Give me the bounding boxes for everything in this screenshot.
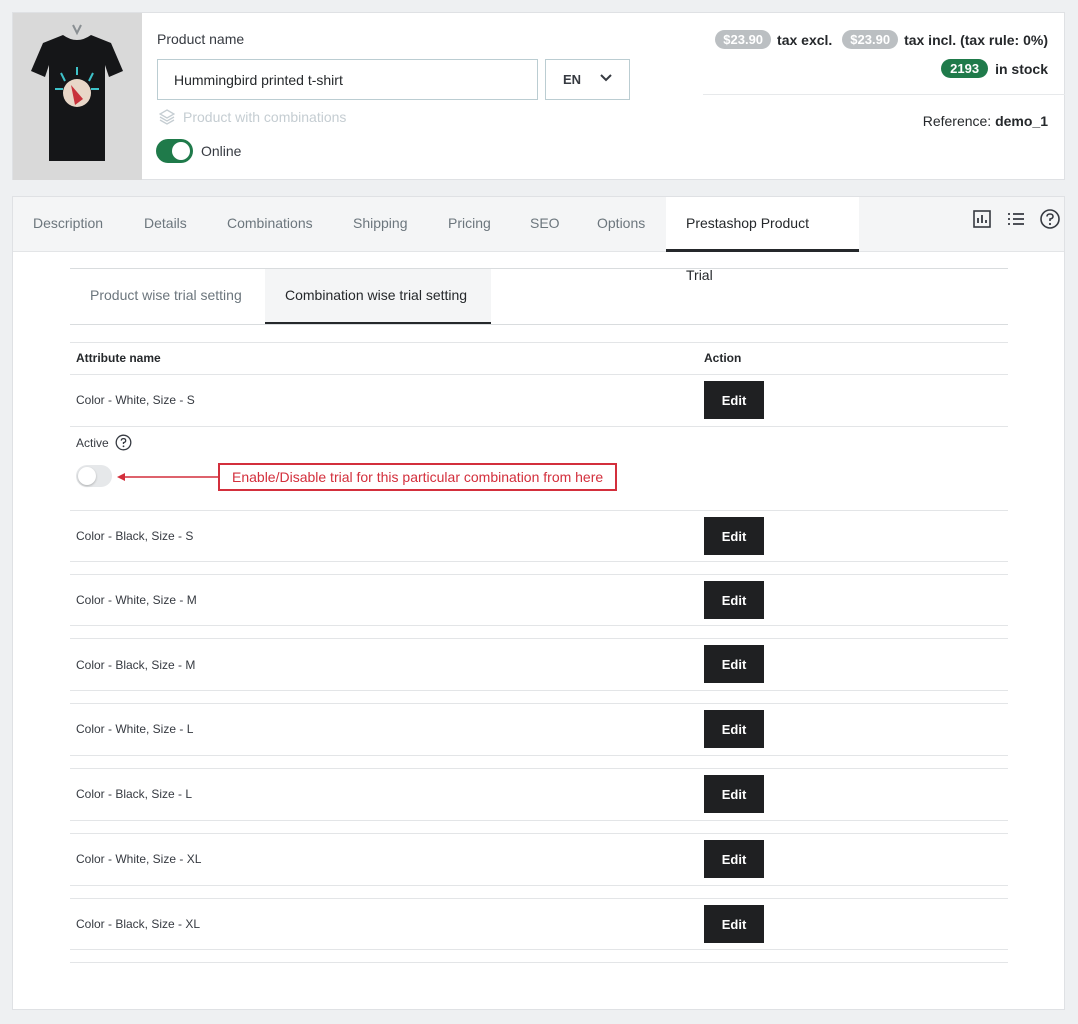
online-switch[interactable] — [156, 139, 193, 163]
edit-button[interactable]: Edit — [704, 645, 764, 683]
table-divider — [70, 374, 1008, 375]
table-divider — [70, 820, 1008, 821]
stock-badge: 2193 — [941, 59, 989, 78]
table-divider — [70, 342, 1008, 343]
product-name-input[interactable]: Hummingbird printed t-shirt — [157, 59, 538, 100]
table-divider — [70, 638, 1008, 639]
edit-button[interactable]: Edit — [704, 381, 764, 419]
tab-combinations[interactable]: Combinations — [207, 197, 333, 252]
attribute-name: Color - Black, Size - L — [76, 787, 193, 801]
product-with-combinations: Product with combinations — [159, 109, 346, 125]
tab-details[interactable]: Details — [124, 197, 207, 252]
column-header-attribute: Attribute name — [76, 351, 161, 365]
chart-icon[interactable] — [971, 208, 993, 230]
chevron-down-icon — [600, 74, 612, 82]
reference-label: Reference: — [922, 113, 992, 129]
column-header-action: Action — [704, 351, 742, 365]
callout-annotation: Enable/Disable trial for this particular… — [218, 463, 618, 491]
online-label: Online — [201, 143, 242, 159]
edit-button[interactable]: Edit — [704, 710, 764, 748]
edit-button[interactable]: Edit — [704, 775, 764, 813]
reference-value: demo_1 — [995, 113, 1048, 129]
product-with-combinations-label: Product with combinations — [183, 109, 347, 125]
list-icon[interactable] — [1005, 208, 1027, 230]
table-divider — [70, 962, 1008, 963]
product-image — [13, 13, 142, 180]
table-divider — [70, 885, 1008, 886]
tab-pricing[interactable]: Pricing — [428, 197, 511, 252]
edit-button[interactable]: Edit — [704, 905, 764, 943]
tab-description[interactable]: Description — [13, 197, 123, 252]
subtab-bottom-divider — [70, 324, 1008, 325]
reference: Reference: demo_1 — [923, 113, 1048, 129]
table-divider — [70, 625, 1008, 626]
attribute-name: Color - White, Size - M — [76, 593, 197, 607]
help-icon[interactable] — [115, 434, 132, 451]
table-divider — [70, 833, 1008, 834]
table-divider — [70, 561, 1008, 562]
table-divider — [70, 949, 1008, 950]
subtab-product-wise[interactable]: Product wise trial setting — [70, 269, 262, 325]
arrow-left-icon — [117, 473, 220, 481]
edit-button[interactable]: Edit — [704, 581, 764, 619]
help-icon[interactable] — [1039, 208, 1061, 230]
attribute-name: Color - Black, Size - S — [76, 529, 194, 543]
tab-seo[interactable]: SEO — [510, 197, 580, 252]
language-value: EN — [563, 72, 582, 87]
active-label-text: Active — [76, 435, 109, 450]
stock-summary: 2193 in stock — [941, 59, 1048, 78]
table-divider — [70, 574, 1008, 575]
header-divider — [703, 94, 1065, 95]
tab-options[interactable]: Options — [577, 197, 665, 252]
edit-button[interactable]: Edit — [704, 517, 764, 555]
table-divider — [70, 426, 1008, 427]
stock-label: in stock — [995, 60, 1048, 77]
price-summary: $23.90 tax excl. $23.90 tax incl. (tax r… — [715, 30, 1048, 49]
price-excl-badge: $23.90 — [715, 30, 772, 49]
table-divider — [70, 510, 1008, 511]
attribute-name: Color - Black, Size - M — [76, 658, 196, 672]
attribute-name: Color - White, Size - XL — [76, 852, 202, 866]
tab-prestashop-product-trial[interactable]: Prestashop Product Trial — [666, 197, 859, 283]
active-trial-switch[interactable] — [76, 465, 112, 487]
table-divider — [70, 690, 1008, 691]
table-divider — [70, 898, 1008, 899]
language-select[interactable]: EN — [545, 59, 630, 100]
price-incl-badge: $23.90 — [842, 30, 899, 49]
subtab-combination-wise[interactable]: Combination wise trial setting — [265, 269, 491, 325]
active-label: Active — [76, 434, 132, 451]
table-divider — [70, 768, 1008, 769]
product-header: Product name Hummingbird printed t-shirt… — [12, 12, 1065, 180]
tax-incl-label: tax incl. (tax rule: 0%) — [904, 31, 1048, 48]
tab-bar: Description Details Combinations Shippin… — [13, 197, 1064, 283]
layers-icon — [159, 109, 175, 125]
table-divider — [70, 755, 1008, 756]
tax-excl-label: tax excl. — [777, 31, 833, 48]
attribute-name: Color - White, Size - L — [76, 722, 194, 736]
product-name-label: Product name — [157, 31, 245, 47]
table-divider — [70, 703, 1008, 704]
tab-shipping[interactable]: Shipping — [333, 197, 428, 252]
online-toggle[interactable]: Online — [156, 139, 241, 163]
edit-button[interactable]: Edit — [704, 840, 764, 878]
attribute-name: Color - Black, Size - XL — [76, 917, 201, 931]
product-tabs-panel: Description Details Combinations Shippin… — [12, 196, 1065, 1010]
attribute-name: Color - White, Size - S — [76, 393, 195, 407]
